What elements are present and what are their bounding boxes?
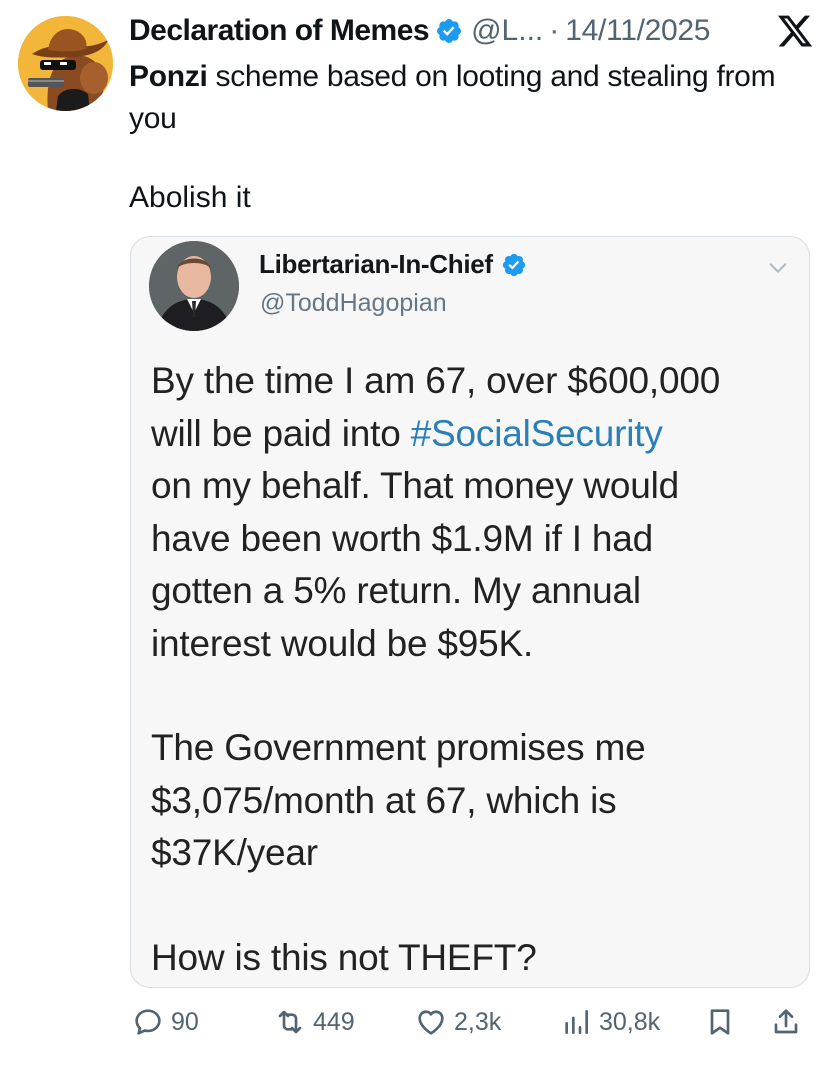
quoted-avatar bbox=[149, 241, 239, 331]
tweet-text-rest: scheme based on looting and stealing fro… bbox=[129, 60, 776, 135]
quoted-line: How is this not THEFT? bbox=[151, 936, 537, 978]
verified-icon bbox=[437, 19, 462, 43]
quoted-line: on my behalf. That money would bbox=[151, 465, 680, 506]
tweet-header: Declaration of Memes @L... · 14/11/2025 bbox=[129, 10, 814, 52]
tweet-text-bold: Ponzi bbox=[129, 60, 208, 93]
tweet-text: Ponzi scheme based on looting and steali… bbox=[129, 56, 789, 140]
quoted-line: interest would be $95K. bbox=[151, 622, 534, 664]
share-button[interactable] bbox=[770, 1006, 809, 1038]
bookmark-button[interactable] bbox=[704, 1006, 743, 1038]
quoted-handle: @ToddHagopian bbox=[260, 289, 447, 317]
quoted-line: The Government promises me bbox=[151, 727, 646, 768]
share-icon bbox=[774, 1009, 798, 1034]
quoted-line: $37K/year bbox=[151, 832, 318, 873]
tweet-date[interactable]: 14/11/2025 bbox=[565, 14, 710, 48]
repost-count: 449 bbox=[313, 1007, 355, 1036]
repost-icon bbox=[278, 1010, 302, 1034]
repost-button[interactable]: 449 bbox=[274, 1006, 355, 1038]
bookmark-icon bbox=[710, 1009, 730, 1035]
quoted-line: have been worth $1.9M if I had bbox=[151, 517, 654, 559]
quoted-line: By the time I am 67, over $600,000 bbox=[151, 360, 721, 401]
x-logo-icon bbox=[777, 15, 813, 47]
reply-count: 90 bbox=[171, 1007, 199, 1036]
hashtag-link: #SocialSecurity bbox=[410, 412, 663, 454]
reply-icon bbox=[135, 1009, 161, 1035]
quoted-verified-icon bbox=[502, 253, 525, 276]
author-handle[interactable]: @L... bbox=[471, 14, 543, 48]
cowboy-horse-avatar-icon bbox=[18, 16, 113, 111]
author-display-name[interactable]: Declaration of Memes bbox=[129, 14, 430, 48]
embedded-image-card[interactable]: Libertarian-In-Chief @ToddHagopian By th… bbox=[130, 236, 810, 988]
separator-dot: · bbox=[549, 14, 560, 47]
view-count: 30,8k bbox=[599, 1007, 661, 1036]
quoted-line-text: will be paid into bbox=[151, 412, 411, 454]
author-avatar[interactable] bbox=[18, 16, 113, 111]
like-count: 2,3k bbox=[454, 1007, 502, 1036]
quoted-line: will be paid into #SocialSecurity bbox=[151, 408, 801, 461]
action-bar: 90 449 2,3k 30,8k bbox=[0, 1000, 828, 1050]
chevron-down-icon bbox=[769, 263, 787, 273]
quoted-name-row: Libertarian-In-Chief bbox=[259, 249, 527, 280]
quoted-line: gotten a 5% return. My annual bbox=[151, 570, 641, 611]
like-icon bbox=[418, 1010, 444, 1035]
person-portrait-icon bbox=[149, 241, 239, 331]
quoted-text: By the time I am 67, over $600,000 will … bbox=[151, 355, 801, 984]
quoted-line: $3,075/month at 67, which is bbox=[151, 779, 617, 821]
reply-button[interactable]: 90 bbox=[132, 1006, 199, 1038]
views-icon bbox=[565, 1010, 588, 1034]
like-button[interactable]: 2,3k bbox=[415, 1006, 501, 1038]
tweet-text-para2: Abolish it bbox=[129, 181, 251, 214]
quoted-display-name: Libertarian-In-Chief bbox=[259, 249, 493, 279]
views-button[interactable]: 30,8k bbox=[560, 1006, 660, 1038]
